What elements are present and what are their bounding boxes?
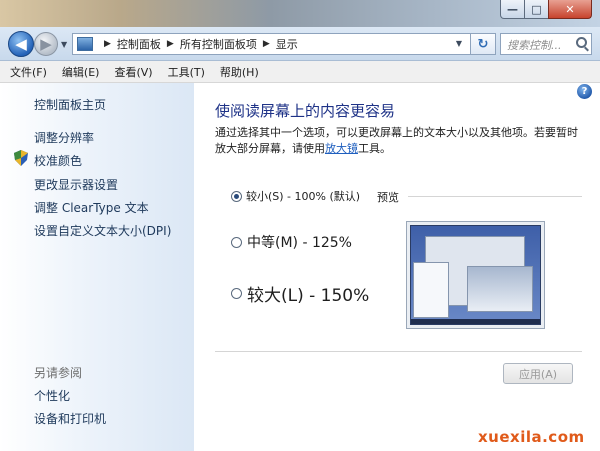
refresh-icon: ↻ (477, 36, 489, 52)
recent-pages-dropdown-icon[interactable]: ▼ (61, 40, 67, 49)
address-dropdown-icon[interactable]: ▼ (456, 39, 462, 48)
forward-arrow-icon: ▶ (40, 35, 52, 53)
apply-button[interactable]: 应用(A) (503, 363, 573, 384)
radio-smaller[interactable] (231, 191, 242, 202)
minimize-button[interactable]: — (500, 0, 525, 19)
forward-button[interactable]: ▶ (34, 32, 58, 56)
sidebar-link-devices-printers[interactable]: 设备和打印机 (34, 410, 106, 427)
description-prefix: 通过选择其中一个选项，可以更改屏幕上的文本大小以及其他项。若要暂时放大部分屏幕，… (215, 126, 578, 155)
search-input[interactable]: 搜索控制... (500, 33, 592, 55)
sidebar-link-display-settings[interactable]: 更改显示器设置 (34, 176, 118, 193)
option-medium-label[interactable]: 中等(M) - 125% (247, 232, 352, 252)
menu-help[interactable]: 帮助(H) (220, 64, 259, 80)
back-arrow-icon: ◀ (15, 35, 27, 53)
chevron-right-icon[interactable]: ▶ (263, 39, 270, 49)
see-also-header: 另请参阅 (34, 366, 83, 380)
description-suffix: 工具。 (358, 142, 391, 155)
search-placeholder: 搜索控制... (507, 39, 562, 52)
control-panel-icon (77, 37, 93, 51)
magnifier-link[interactable]: 放大镜 (325, 142, 358, 155)
radio-medium[interactable] (231, 237, 242, 248)
radio-larger[interactable] (231, 288, 242, 299)
uac-shield-icon (14, 150, 28, 166)
back-button[interactable]: ◀ (8, 31, 34, 57)
preview-taskbar (411, 319, 540, 324)
sidebar-link-custom-dpi[interactable]: 设置自定义文本大小(DPI) (34, 222, 171, 239)
preview-window-front (467, 266, 533, 312)
preview-image (406, 221, 545, 329)
menu-edit[interactable]: 编辑(E) (62, 64, 100, 80)
maximize-button[interactable]: □ (524, 0, 549, 19)
chevron-right-icon[interactable]: ▶ (104, 39, 111, 49)
watermark: xuexila.com (478, 428, 585, 446)
page-title: 使阅读屏幕上的内容更容易 (215, 102, 396, 120)
breadcrumb-display[interactable]: 显示 (276, 36, 298, 52)
address-bar[interactable]: ▶ 控制面板 ▶ 所有控制面板项 ▶ 显示 ▼ (72, 33, 471, 55)
preview-screen (410, 225, 541, 325)
content-divider (215, 351, 582, 352)
help-icon[interactable]: ? (577, 84, 592, 99)
sidebar (0, 83, 194, 451)
preview-label: 预览 (377, 191, 399, 204)
sidebar-link-resolution[interactable]: 调整分辨率 (34, 129, 94, 146)
option-larger-label[interactable]: 较大(L) - 150% (247, 281, 369, 306)
description-text: 通过选择其中一个选项，可以更改屏幕上的文本大小以及其他项。若要暂时放大部分屏幕，… (215, 125, 585, 157)
sidebar-link-calibrate-color[interactable]: 校准颜色 (34, 152, 82, 169)
menu-tools[interactable]: 工具(T) (168, 64, 205, 80)
close-button[interactable]: ✕ (548, 0, 592, 19)
refresh-button[interactable]: ↻ (471, 33, 496, 55)
breadcrumb-control-panel[interactable]: 控制面板 (117, 36, 161, 52)
menu-view[interactable]: 查看(V) (114, 64, 152, 80)
chevron-right-icon[interactable]: ▶ (167, 39, 174, 49)
preview-window-start (413, 262, 449, 318)
menu-bar: 文件(F) 编辑(E) 查看(V) 工具(T) 帮助(H) (0, 61, 600, 83)
search-icon[interactable] (576, 37, 587, 48)
preview-divider (408, 196, 582, 197)
sidebar-link-personalization[interactable]: 个性化 (34, 387, 70, 404)
navigation-bar: ◀ ▶ ▼ ▶ 控制面板 ▶ 所有控制面板项 ▶ 显示 ▼ ↻ 搜索控制... (0, 27, 600, 61)
menu-file[interactable]: 文件(F) (10, 64, 47, 80)
option-smaller-label[interactable]: 较小(S) - 100% (默认) (246, 188, 360, 204)
sidebar-link-cleartype[interactable]: 调整 ClearType 文本 (34, 199, 149, 216)
breadcrumb-all-items[interactable]: 所有控制面板项 (180, 36, 257, 52)
sidebar-link-home[interactable]: 控制面板主页 (34, 96, 106, 113)
